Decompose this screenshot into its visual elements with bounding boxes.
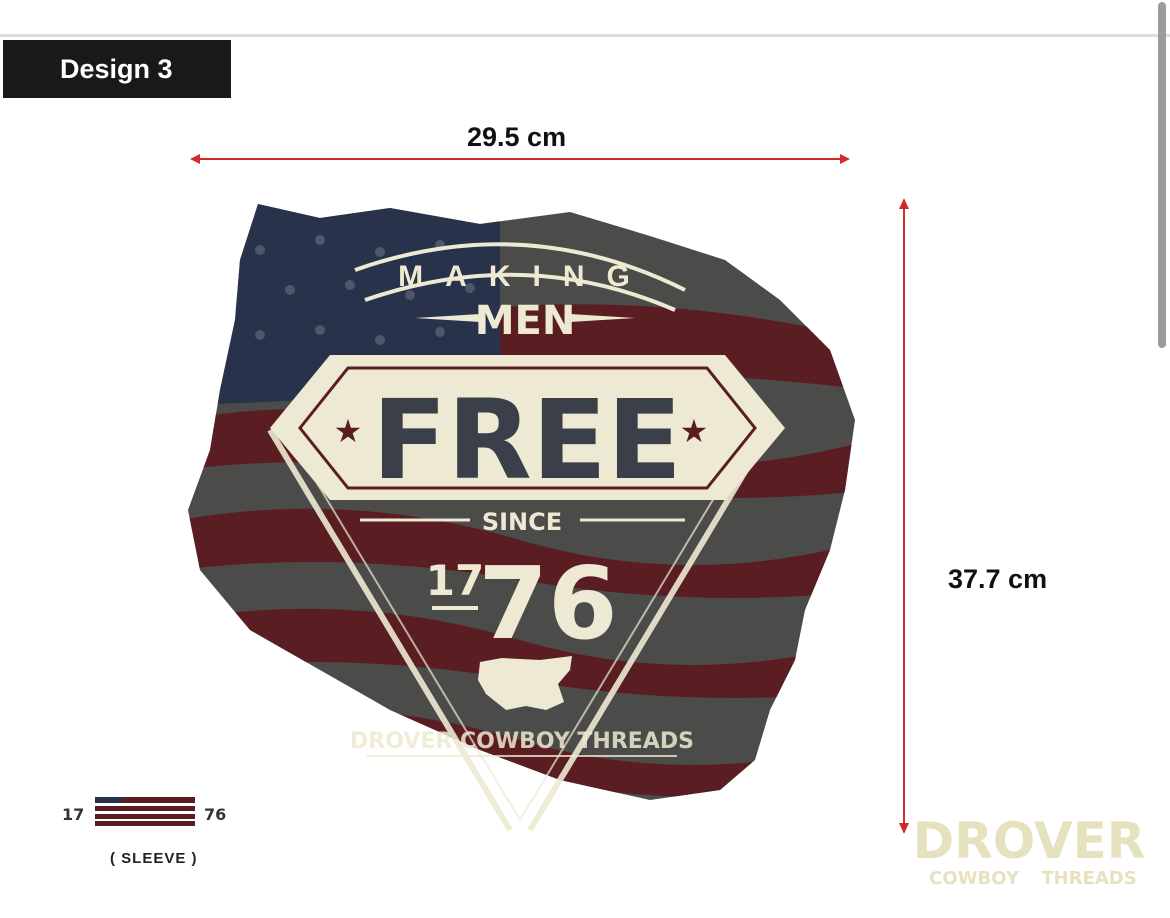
- top-panel-edge: [0, 0, 1170, 37]
- sleeve-print: 17 76: [62, 797, 226, 826]
- star-right-icon: ★: [680, 412, 709, 450]
- print-artwork: MAKING MEN FREE ★ ★ SINCE 17 76 DROVER C…: [188, 204, 855, 832]
- since-text: SINCE: [482, 508, 562, 536]
- design-label: Design 3: [3, 40, 231, 98]
- making-text: MAKING: [398, 260, 652, 293]
- year-prefix-text: 17: [426, 556, 484, 605]
- drover-watermark-logo: DROVER COWBOY THREADS: [914, 812, 1144, 889]
- free-text: FREE: [372, 376, 682, 504]
- width-dimension-label: 29.5 cm: [467, 122, 567, 152]
- sleeve-year-left: 17: [62, 805, 84, 824]
- year-suffix-text: 76: [478, 545, 617, 662]
- watermark-sub-right: THREADS: [1041, 868, 1136, 889]
- watermark-sub-left: COWBOY: [929, 868, 1020, 889]
- men-text: MEN: [475, 298, 576, 344]
- sleeve-caption: ( SLEEVE ): [110, 850, 198, 867]
- sleeve-year-right: 76: [204, 805, 226, 824]
- width-dimension-arrow: [190, 154, 850, 164]
- height-dimension-label: 37.7 cm: [948, 564, 1048, 594]
- vertical-scrollbar[interactable]: [1158, 2, 1166, 348]
- watermark-brand: DROVER: [914, 812, 1144, 870]
- height-dimension-arrow: [899, 198, 909, 834]
- drover-cowboy-threads-text: DROVER COWBOY THREADS: [350, 729, 694, 754]
- star-left-icon: ★: [334, 412, 363, 450]
